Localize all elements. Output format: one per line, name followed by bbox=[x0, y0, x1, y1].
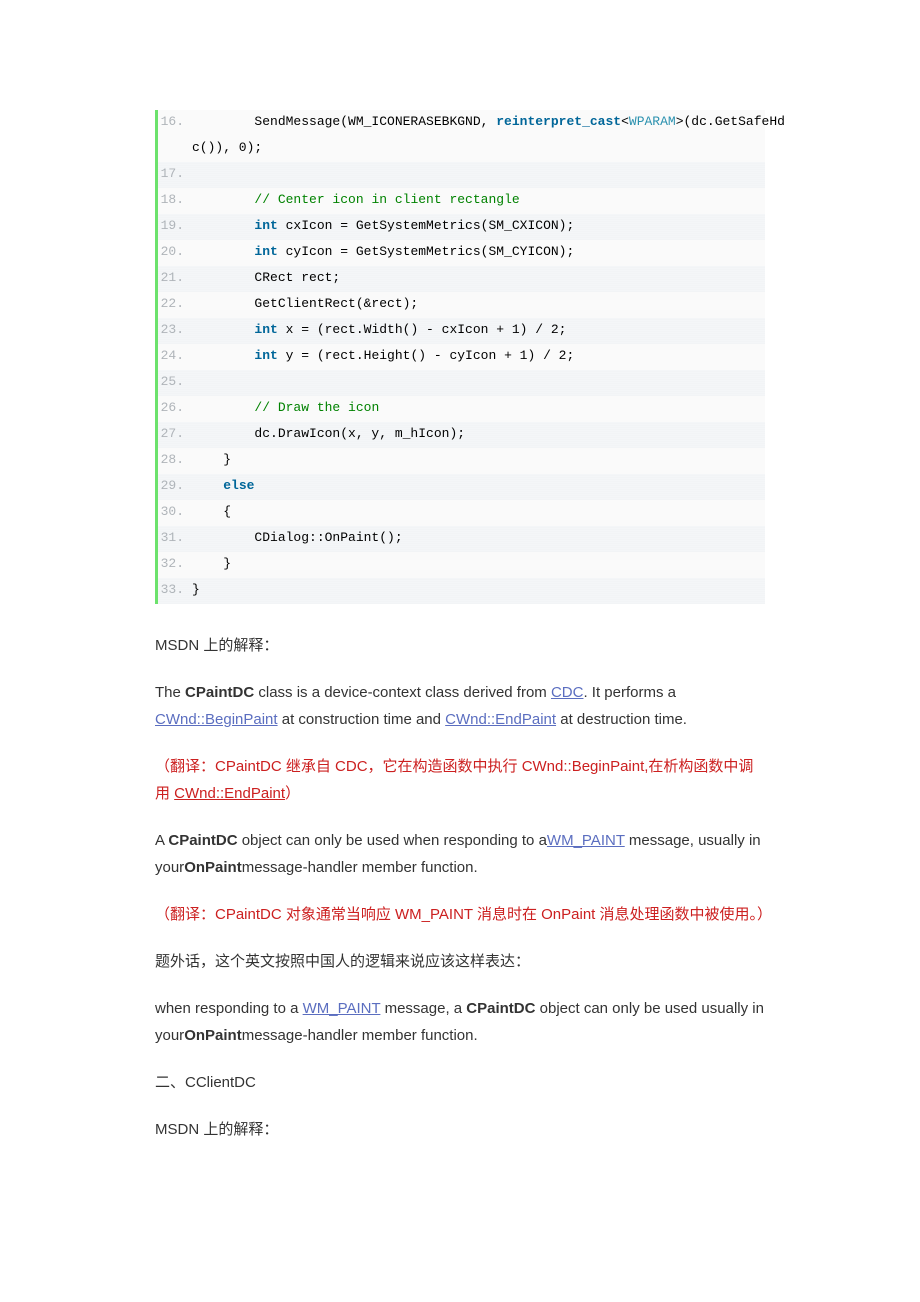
text: A bbox=[155, 832, 168, 849]
code-line: 33.} bbox=[155, 578, 765, 604]
code-content: int y = (rect.Height() - cyIcon + 1) / 2… bbox=[192, 347, 765, 365]
line-number: 23. bbox=[158, 321, 192, 339]
translation-1: （翻译：CPaintDC 继承自 CDC，它在构造函数中执行 CWnd::Beg… bbox=[155, 753, 765, 807]
line-number: 30. bbox=[158, 503, 192, 521]
code-content: } bbox=[192, 555, 765, 573]
code-content: CDialog::OnPaint(); bbox=[192, 529, 765, 547]
code-line: 19. int cxIcon = GetSystemMetrics(SM_CXI… bbox=[155, 214, 765, 240]
line-number: 29. bbox=[158, 477, 192, 495]
line-number: 28. bbox=[158, 451, 192, 469]
line-number: 27. bbox=[158, 425, 192, 443]
msdn-label-1: MSDN 上的解释： bbox=[155, 632, 765, 659]
code-content: { bbox=[192, 503, 765, 521]
code-line: 23. int x = (rect.Width() - cxIcon + 1) … bbox=[155, 318, 765, 344]
line-number: 26. bbox=[158, 399, 192, 417]
link-beginpaint[interactable]: CWnd::BeginPaint bbox=[155, 711, 278, 728]
code-content: // Draw the icon bbox=[192, 399, 765, 417]
line-number: 19. bbox=[158, 217, 192, 235]
line-number: 16. bbox=[158, 113, 192, 131]
code-line: 25. bbox=[155, 370, 765, 396]
text: The bbox=[155, 684, 185, 701]
text: when responding to a bbox=[155, 1000, 303, 1017]
link-wmpaint-2[interactable]: WM_PAINT bbox=[303, 1000, 381, 1017]
line-number: 18. bbox=[158, 191, 192, 209]
code-content: CRect rect; bbox=[192, 269, 765, 287]
text: at construction time and bbox=[278, 711, 446, 728]
code-line: 21. CRect rect; bbox=[155, 266, 765, 292]
aside-note: 题外话，这个英文按照中国人的逻辑来说应该这样表达： bbox=[155, 948, 765, 975]
line-number: 22. bbox=[158, 295, 192, 313]
code-content: } bbox=[192, 581, 765, 599]
msdn-explain-cpaintdc: The CPaintDC class is a device-context c… bbox=[155, 679, 765, 733]
line-number: 33. bbox=[158, 581, 192, 599]
code-content: GetClientRect(&rect); bbox=[192, 295, 765, 313]
link-endpaint-cn[interactable]: CWnd::EndPaint bbox=[174, 785, 285, 802]
text: message-handler member function. bbox=[242, 1027, 478, 1044]
line-number: 32. bbox=[158, 555, 192, 573]
text: message-handler member function. bbox=[242, 859, 478, 876]
document-page: 16. SendMessage(WM_ICONERASEBKGND, reint… bbox=[0, 0, 920, 1243]
code-line: 17. bbox=[155, 162, 765, 188]
code-line: 32. } bbox=[155, 552, 765, 578]
rephrased-english: when responding to a WM_PAINT message, a… bbox=[155, 995, 765, 1049]
translation-2: （翻译：CPaintDC 对象通常当响应 WM_PAINT 消息时在 OnPai… bbox=[155, 901, 765, 928]
code-content: int cxIcon = GetSystemMetrics(SM_CXICON)… bbox=[192, 217, 765, 235]
line-number: 25. bbox=[158, 373, 192, 391]
line-number: 20. bbox=[158, 243, 192, 261]
code-content: int x = (rect.Width() - cxIcon + 1) / 2; bbox=[192, 321, 765, 339]
section-heading-cclientdc: 二、CClientDC bbox=[155, 1069, 765, 1096]
code-line: 30. { bbox=[155, 500, 765, 526]
text: object can only be used when responding … bbox=[238, 832, 547, 849]
text: ） bbox=[285, 785, 300, 802]
text: . It performs a bbox=[583, 684, 676, 701]
code-line: 31. CDialog::OnPaint(); bbox=[155, 526, 765, 552]
code-line: 29. else bbox=[155, 474, 765, 500]
code-content: dc.DrawIcon(x, y, m_hIcon); bbox=[192, 425, 765, 443]
code-line: 28. } bbox=[155, 448, 765, 474]
text-bold: OnPaint bbox=[184, 859, 242, 876]
code-line: 26. // Draw the icon bbox=[155, 396, 765, 422]
code-line: 18. // Center icon in client rectangle bbox=[155, 188, 765, 214]
msdn-explain-usage: A CPaintDC object can only be used when … bbox=[155, 827, 765, 881]
text-bold: OnPaint bbox=[184, 1027, 242, 1044]
code-content: SendMessage(WM_ICONERASEBKGND, reinterpr… bbox=[192, 113, 785, 131]
text-bold: CPaintDC bbox=[168, 832, 237, 849]
code-line: 20. int cyIcon = GetSystemMetrics(SM_CYI… bbox=[155, 240, 765, 266]
text-bold: CPaintDC bbox=[185, 684, 254, 701]
code-content: // Center icon in client rectangle bbox=[192, 191, 765, 209]
code-line: 24. int y = (rect.Height() - cyIcon + 1)… bbox=[155, 344, 765, 370]
link-endpaint[interactable]: CWnd::EndPaint bbox=[445, 711, 556, 728]
code-line: 16. SendMessage(WM_ICONERASEBKGND, reint… bbox=[155, 110, 765, 136]
link-cdc[interactable]: CDC bbox=[551, 684, 584, 701]
code-content: c()), 0); bbox=[192, 139, 765, 157]
line-number: 31. bbox=[158, 529, 192, 547]
text: message, a bbox=[380, 1000, 466, 1017]
msdn-label-2: MSDN 上的解释： bbox=[155, 1116, 765, 1143]
code-content: else bbox=[192, 477, 765, 495]
code-block: 16. SendMessage(WM_ICONERASEBKGND, reint… bbox=[155, 110, 765, 604]
code-content: int cyIcon = GetSystemMetrics(SM_CYICON)… bbox=[192, 243, 765, 261]
code-line: 27. dc.DrawIcon(x, y, m_hIcon); bbox=[155, 422, 765, 448]
code-content bbox=[192, 373, 765, 391]
code-line: 22. GetClientRect(&rect); bbox=[155, 292, 765, 318]
text: at destruction time. bbox=[556, 711, 687, 728]
link-wmpaint[interactable]: WM_PAINT bbox=[547, 832, 625, 849]
code-line: c()), 0); bbox=[155, 136, 765, 162]
line-number: 24. bbox=[158, 347, 192, 365]
text-bold: CPaintDC bbox=[466, 1000, 535, 1017]
code-content: } bbox=[192, 451, 765, 469]
line-number: 21. bbox=[158, 269, 192, 287]
code-content bbox=[192, 165, 765, 183]
text: class is a device-context class derived … bbox=[254, 684, 551, 701]
line-number: 17. bbox=[158, 165, 192, 183]
